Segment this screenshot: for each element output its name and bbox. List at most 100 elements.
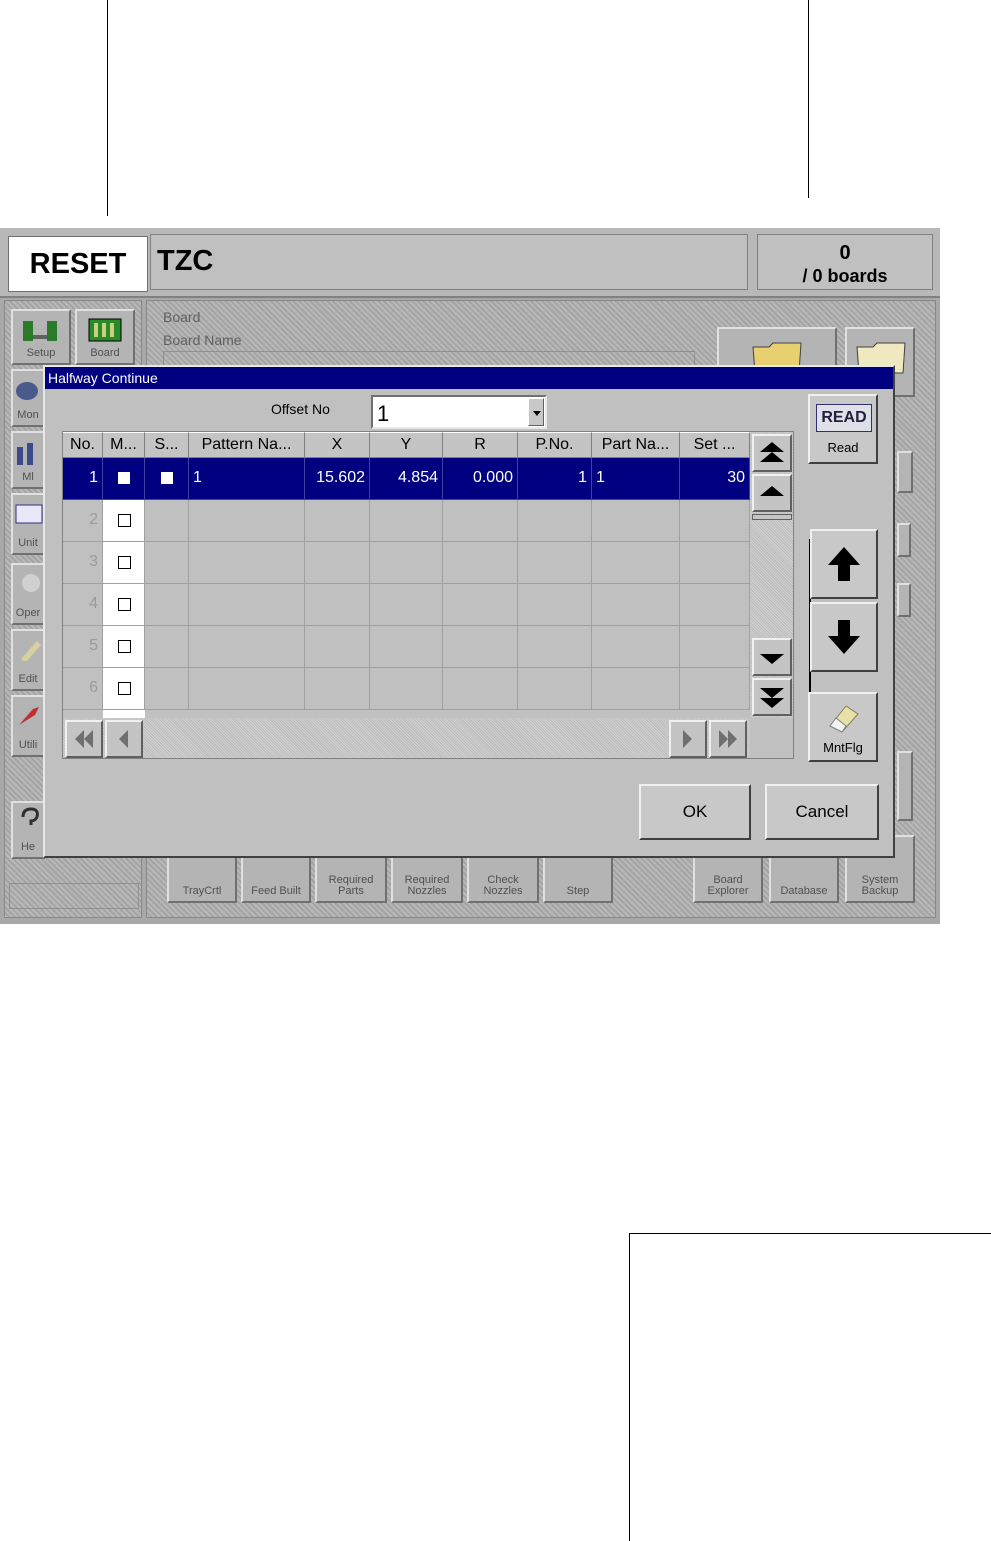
cell-m[interactable] — [103, 584, 145, 626]
col-header-no[interactable]: No. — [63, 432, 103, 458]
checkbox-checked[interactable] — [161, 472, 173, 484]
cell-m[interactable] — [103, 500, 145, 542]
cell-part — [592, 500, 680, 542]
cell-x: 15.602 — [305, 458, 370, 500]
scroll-left-button[interactable] — [105, 720, 143, 758]
col-header-r[interactable]: R — [443, 432, 518, 458]
cell-s[interactable] — [145, 626, 189, 668]
checkbox[interactable] — [118, 598, 131, 611]
cell-pno — [518, 500, 592, 542]
cell-pno — [518, 668, 592, 710]
col-header-y[interactable]: Y — [370, 432, 443, 458]
nav-utility-button[interactable]: Utili — [11, 695, 45, 757]
tray-ctrl-label: TrayCrtl — [182, 885, 222, 897]
scroll-corner — [750, 718, 793, 758]
scroll-up-button[interactable] — [752, 474, 792, 512]
cell-y — [370, 500, 443, 542]
checkbox-checked[interactable] — [118, 472, 130, 484]
cell-part — [592, 626, 680, 668]
cell-m[interactable] — [103, 626, 145, 668]
nav-utility-label: Utili — [18, 739, 38, 751]
col-header-m[interactable]: M... — [103, 432, 145, 458]
cell-s[interactable] — [145, 500, 189, 542]
status-icons — [9, 883, 139, 909]
cell-set — [680, 668, 750, 710]
side-dropdown-b[interactable] — [897, 583, 911, 617]
cell-s[interactable] — [145, 668, 189, 710]
scroll-down-button[interactable] — [752, 638, 792, 676]
cell-m[interactable] — [103, 458, 145, 500]
scroll-right-button[interactable] — [669, 720, 707, 758]
scroll-last-column-button[interactable] — [709, 720, 747, 758]
col-header-part-name[interactable]: Part Na... — [592, 432, 680, 458]
side-dropdown-a[interactable] — [897, 523, 911, 557]
cell-r — [443, 500, 518, 542]
col-header-pattern-name[interactable]: Pattern Na... — [189, 432, 305, 458]
cell-s[interactable] — [145, 584, 189, 626]
col-header-set[interactable]: Set ... — [680, 432, 750, 458]
cell-y — [370, 668, 443, 710]
side-button-b[interactable] — [897, 751, 913, 821]
col-header-s[interactable]: S... — [145, 432, 189, 458]
cell-s[interactable] — [145, 542, 189, 584]
cancel-button[interactable]: Cancel — [765, 784, 879, 840]
nav-monitor-label: Mon — [17, 409, 39, 421]
nav-oper-button[interactable]: Oper — [11, 563, 45, 625]
nav-unit-button[interactable]: Unit — [11, 493, 45, 555]
col-header-pno[interactable]: P.No. — [518, 432, 592, 458]
top-bar: RESET TZC 0 / 0 boards — [0, 228, 940, 298]
eraser-icon — [829, 705, 859, 733]
reset-button[interactable]: RESET — [8, 236, 148, 292]
nav-ml-button[interactable]: Ml — [11, 431, 45, 489]
checkbox[interactable] — [118, 556, 131, 569]
cell-s[interactable] — [145, 458, 189, 500]
machine-title-box: TZC — [150, 234, 748, 290]
cell-m[interactable] — [103, 668, 145, 710]
chart-icon — [17, 443, 33, 465]
nav-help-button[interactable]: He — [11, 801, 45, 859]
arrow-down-icon — [828, 620, 860, 654]
help-icon — [21, 807, 39, 825]
scroll-top-button[interactable] — [752, 434, 792, 472]
vertical-scroll-thumb[interactable] — [752, 514, 792, 520]
nav-setup-button[interactable]: Setup — [11, 309, 71, 365]
system-backup-label: System Backup — [861, 874, 899, 897]
nav-board-button[interactable]: Board — [75, 309, 135, 365]
ok-button[interactable]: OK — [639, 784, 751, 840]
board-count-total: / 0 boards — [802, 266, 888, 286]
read-label: Read — [827, 440, 859, 455]
checkbox[interactable] — [118, 514, 131, 527]
side-button-a[interactable] — [897, 451, 913, 493]
col-header-x[interactable]: X — [305, 432, 370, 458]
cell-r — [443, 668, 518, 710]
nav-monitor-button[interactable]: Mon — [11, 369, 45, 427]
nav-oper-label: Oper — [15, 607, 41, 619]
scroll-bottom-button[interactable] — [752, 678, 792, 716]
scroll-first-column-button[interactable] — [65, 720, 103, 758]
cell-no: 3 — [63, 542, 103, 584]
cell-y — [370, 542, 443, 584]
cell-pno — [518, 626, 592, 668]
cell-part — [592, 542, 680, 584]
read-button[interactable]: READ Read — [808, 394, 878, 464]
cell-pattern — [189, 668, 305, 710]
mntflg-button[interactable]: MntFlg — [808, 692, 878, 762]
nav-board-label: Board — [90, 347, 120, 359]
cell-x — [305, 500, 370, 542]
move-up-button[interactable] — [810, 529, 878, 599]
move-down-button[interactable] — [810, 602, 878, 672]
checkbox[interactable] — [118, 682, 131, 695]
nav-edit-button[interactable]: Edit — [11, 629, 45, 691]
offset-no-select[interactable]: 1 — [371, 395, 547, 429]
cell-part — [592, 584, 680, 626]
cell-no: 1 — [63, 458, 103, 500]
chevron-right-icon — [683, 730, 692, 748]
checkbox[interactable] — [118, 640, 131, 653]
cell-m[interactable] — [103, 542, 145, 584]
cell-pattern: 1 — [189, 458, 305, 500]
horizontal-scrollbar[interactable] — [63, 718, 750, 758]
database-label: Database — [780, 885, 828, 897]
cell-pno — [518, 542, 592, 584]
offset-no-label: Offset No — [271, 401, 330, 417]
chevron-down-icon[interactable] — [528, 398, 544, 426]
